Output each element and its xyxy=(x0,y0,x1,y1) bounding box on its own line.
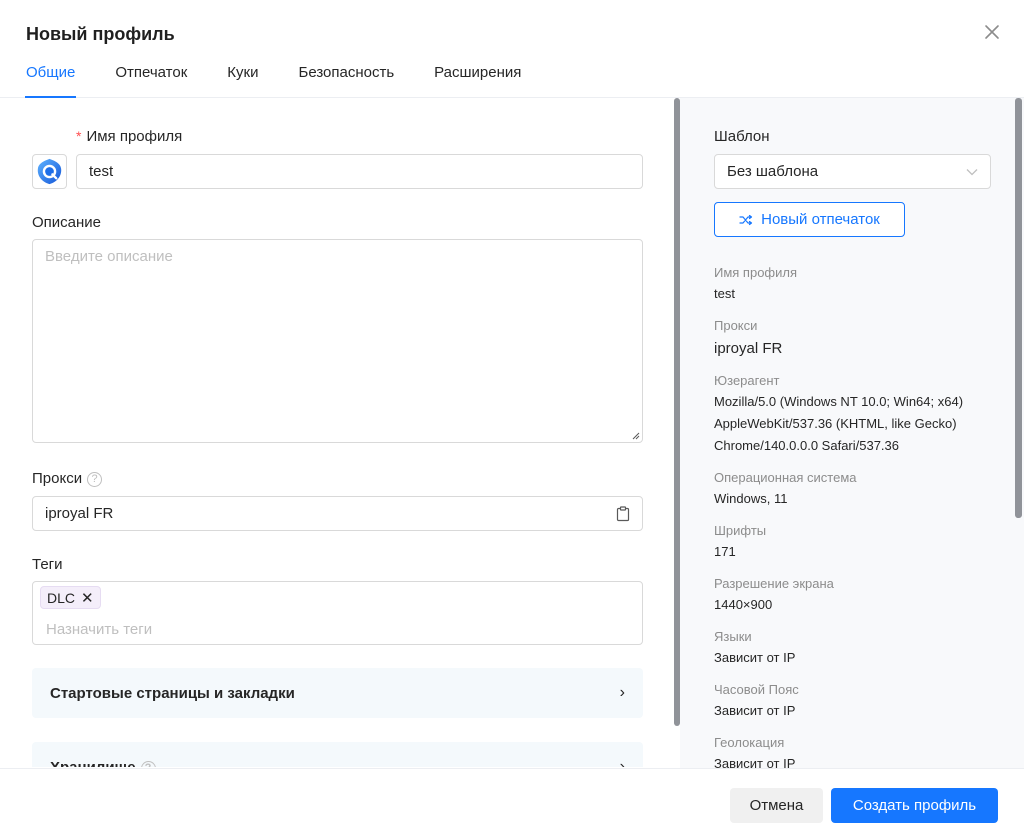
storage-section[interactable]: Хранилище? › xyxy=(32,742,643,767)
summary-proxy-value: iproyal FR xyxy=(714,340,783,357)
tab-bar: Общие Отпечаток Куки Безопасность Расшир… xyxy=(24,64,561,98)
description-placeholder: Введите описание xyxy=(45,248,173,265)
tab-cookies[interactable]: Куки xyxy=(227,64,258,98)
section-title: Хранилище? xyxy=(50,759,156,767)
help-icon[interactable]: ? xyxy=(140,760,156,767)
chevron-right-icon: › xyxy=(619,758,625,767)
summary-geolocation-value: Зависит от IP xyxy=(714,756,796,768)
summary-geolocation-label: Геолокация xyxy=(714,735,785,750)
summary-resolution-label: Разрешение экрана xyxy=(714,576,834,591)
tab-security[interactable]: Безопасность xyxy=(298,64,394,98)
profile-name-input[interactable]: test xyxy=(76,154,643,189)
cancel-button[interactable]: Отмена xyxy=(730,788,823,823)
summary-os-value: Windows, 11 xyxy=(714,491,788,506)
tags-input[interactable]: DLC ✕ Назначить теги xyxy=(32,581,643,645)
profile-summary-panel: Шаблон Без шаблона Новый отпечаток Имя п… xyxy=(680,98,1024,768)
template-label: Шаблон xyxy=(714,128,770,145)
summary-useragent-value: Mozilla/5.0 (Windows NT 10.0; Win64; x64… xyxy=(714,394,964,453)
tab-fingerprint[interactable]: Отпечаток xyxy=(115,64,187,98)
browser-logo-icon[interactable] xyxy=(32,154,67,189)
template-value: Без шаблона xyxy=(727,163,819,180)
summary-resolution-value: 1440×900 xyxy=(714,597,773,612)
dialog-footer: Отмена Создать профиль xyxy=(0,768,1024,840)
tags-placeholder: Назначить теги xyxy=(46,621,153,638)
tags-label: Теги xyxy=(32,556,63,573)
summary-fonts-label: Шрифты xyxy=(714,523,767,538)
chevron-right-icon: › xyxy=(619,684,625,701)
summary-os-label: Операционная система xyxy=(714,470,857,485)
tag-chip: DLC ✕ xyxy=(40,586,101,609)
chevron-down-icon xyxy=(966,168,978,175)
help-icon[interactable]: ? xyxy=(87,472,103,487)
proxy-field[interactable]: iproyal FR xyxy=(32,496,643,531)
summary-languages-label: Языки xyxy=(714,629,752,644)
dialog-header: Новый профиль Общие Отпечаток Куки Безоп… xyxy=(0,0,1024,98)
required-mark: * xyxy=(76,128,82,144)
resize-handle-icon[interactable] xyxy=(632,432,640,440)
description-textarea[interactable]: Введите описание xyxy=(32,239,643,443)
summary-timezone-value: Зависит от IP xyxy=(714,703,796,718)
section-title: Стартовые страницы и закладки xyxy=(50,684,295,702)
summary-proxy-label: Прокси xyxy=(714,318,758,333)
tag-remove-icon[interactable]: ✕ xyxy=(81,589,94,607)
start-pages-section[interactable]: Стартовые страницы и закладки › xyxy=(32,668,643,718)
new-fingerprint-label: Новый отпечаток xyxy=(761,211,880,228)
tab-extensions[interactable]: Расширения xyxy=(434,64,521,98)
proxy-value: iproyal FR xyxy=(45,505,114,522)
shuffle-icon xyxy=(739,214,753,225)
tag-label: DLC xyxy=(47,589,76,606)
close-icon[interactable] xyxy=(980,20,1004,44)
general-form: * Имя профиля test Описание Введите описа… xyxy=(0,99,672,767)
template-select[interactable]: Без шаблона xyxy=(714,154,991,189)
summary-scrollbar[interactable] xyxy=(1015,98,1022,518)
tab-general[interactable]: Общие xyxy=(24,64,77,98)
new-fingerprint-button[interactable]: Новый отпечаток xyxy=(714,202,905,237)
summary-profile-name-label: Имя профиля xyxy=(714,265,798,280)
profile-name-label: * Имя профиля xyxy=(76,128,183,145)
summary-useragent-label: Юзерагент xyxy=(714,373,780,388)
summary-languages-value: Зависит от IP xyxy=(714,650,796,665)
summary-fonts-value: 171 xyxy=(714,544,736,559)
dialog-title: Новый профиль xyxy=(26,24,175,44)
description-label: Описание xyxy=(32,214,102,231)
summary-timezone-label: Часовой Пояс xyxy=(714,682,799,697)
new-profile-dialog: Новый профиль Общие Отпечаток Куки Безоп… xyxy=(0,0,1024,840)
summary-profile-name-value: test xyxy=(714,286,735,301)
clipboard-icon[interactable] xyxy=(616,505,630,522)
create-profile-button[interactable]: Создать профиль xyxy=(831,788,998,823)
proxy-label: Прокси? xyxy=(32,470,103,487)
